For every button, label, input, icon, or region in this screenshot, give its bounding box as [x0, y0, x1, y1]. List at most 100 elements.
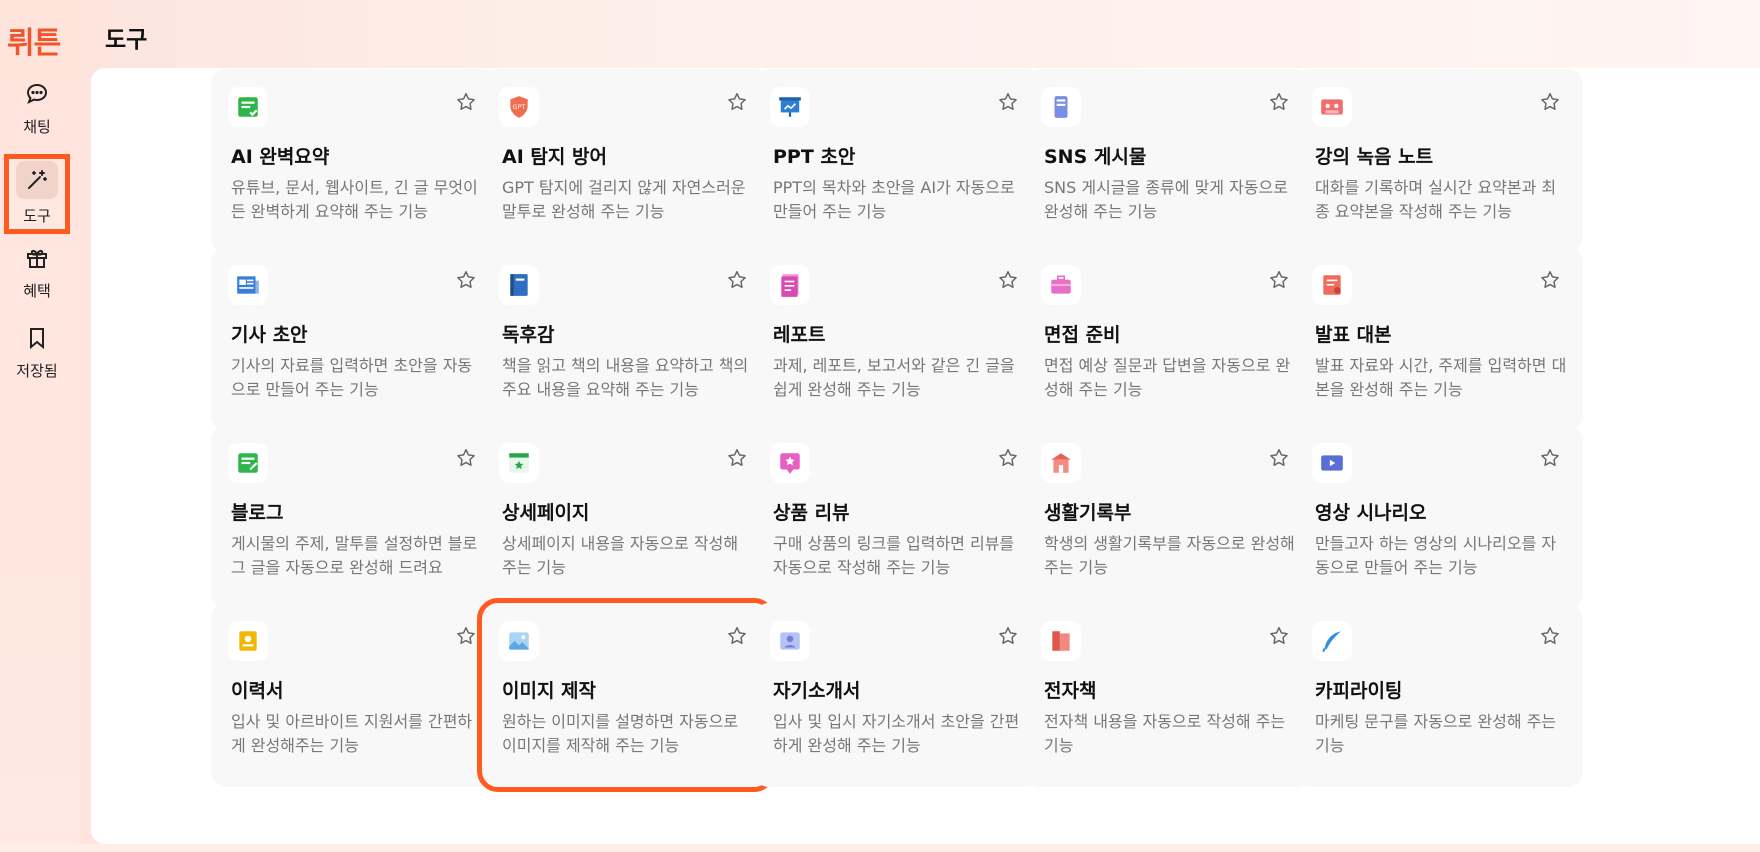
phone-icon [1041, 87, 1081, 127]
sidebar-item-saved[interactable]: 저장됨 [6, 318, 68, 388]
tool-card[interactable]: AI 완벽요약 유튜브, 문서, 웹사이트, 긴 글 무엇이든 완벽하게 요약해 … [211, 69, 499, 253]
app-logo[interactable]: 뤼튼 [7, 18, 61, 62]
tool-description: 입사 및 입시 자기소개서 초안을 간편하게 완성해 주는 기능 [773, 712, 1020, 755]
tool-title: PPT 초안 [773, 146, 856, 168]
star-icon[interactable] [997, 91, 1019, 113]
tool-title: 영상 시나리오 [1315, 502, 1427, 524]
star-icon[interactable] [1268, 91, 1290, 113]
tool-description: 학생의 생활기록부를 자동으로 완성해 주는 기능 [1044, 534, 1295, 577]
tool-card[interactable]: 발표 대본 발표 자료와 시간, 주제를 입력하면 대본을 완성해 주는 기능 [1295, 247, 1583, 431]
tool-title: 이력서 [231, 680, 284, 702]
sidebar-item-label: 혜택 [23, 282, 51, 300]
sidebar-item-label: 저장됨 [16, 362, 58, 380]
star-icon[interactable] [1539, 447, 1561, 469]
bottom-strip [0, 844, 1760, 852]
star-icon[interactable] [997, 625, 1019, 647]
tool-title: 자기소개서 [773, 680, 861, 702]
chat-bubble-icon [26, 83, 48, 104]
tool-card[interactable]: 상세페이지상세페이지 내용을 자동으로 작성해 주는 기능 [482, 425, 770, 609]
star-icon[interactable] [1539, 269, 1561, 291]
tool-title: AI 탐지 방어 [502, 146, 607, 168]
star-icon[interactable] [726, 447, 748, 469]
tool-description: 유튜브, 문서, 웹사이트, 긴 글 무엇이든 완벽하게 요약해 주는 기능 [231, 178, 478, 221]
book-icon [499, 265, 539, 305]
tool-description: 과제, 레포트, 보고서와 같은 긴 글을 쉽게 완성해 주는 기능 [773, 356, 1015, 399]
summary-icon [228, 87, 268, 127]
tool-description: 입사 및 아르바이트 지원서를 간편하게 완성해주는 기능 [231, 712, 473, 755]
tool-card[interactable]: 자기소개서입사 및 입시 자기소개서 초안을 간편하게 완성해 주는 기능 [753, 603, 1041, 787]
gpt-shield-icon: GPT [499, 87, 539, 127]
tool-card[interactable]: PPT 초안 PPT의 목차와 초안을 AI가 자동으로 만들어 주는 기능 [753, 69, 1041, 253]
profile-card-icon [770, 621, 810, 661]
sidebar-item-tools[interactable]: 도구 [4, 154, 70, 234]
tool-description: 게시물의 주제, 말투를 설정하면 블로그 글을 자동으로 완성해 드려요 [231, 534, 478, 577]
tool-card[interactable]: 이미지 제작원하는 이미지를 설명하면 자동으로 이미지를 제작해 주는 기능 [477, 598, 775, 792]
sidebar-item-label: 채팅 [23, 118, 51, 136]
tool-description: 원하는 이미지를 설명하면 자동으로 이미지를 제작해 주는 기능 [502, 712, 739, 755]
tool-grid: AI 완벽요약 유튜브, 문서, 웹사이트, 긴 글 무엇이든 완벽하게 요약해 … [91, 68, 1760, 844]
star-icon[interactable] [1268, 625, 1290, 647]
tool-card[interactable]: 상품 리뷰 구매 상품의 링크를 입력하면 리뷰를 자동으로 작성해 주는 기능 [753, 425, 1041, 609]
tool-description: GPT 탐지에 걸리지 않게 자연스러운 말투로 완성해 주는 기능 [502, 178, 746, 221]
header: 도구 [80, 0, 1760, 66]
tool-description: 만들고자 하는 영상의 시나리오를 자동으로 만들어 주는 기능 [1315, 534, 1557, 577]
blog-icon [228, 443, 268, 483]
star-icon[interactable] [1539, 91, 1561, 113]
tool-title: 이미지 제작 [502, 680, 597, 702]
tool-description: 대화를 기록하며 실시간 요약본과 최종 요약본을 작성해 주는 기능 [1315, 178, 1557, 221]
tool-card[interactable]: 독후감 책을 읽고 책의 내용을 요약하고 책의 주요 내용을 요약해 주는 기능 [482, 247, 770, 431]
tool-title: 상세페이지 [502, 502, 590, 524]
tool-card[interactable]: SNS 게시물 SNS 게시글을 종류에 맞게 자동으로 완성해 주는 기능 [1024, 69, 1312, 253]
star-icon[interactable] [726, 625, 748, 647]
image-icon [499, 621, 539, 661]
report-icon [770, 265, 810, 305]
star-icon[interactable] [455, 269, 477, 291]
tool-title: 생활기록부 [1044, 502, 1132, 524]
star-icon[interactable] [455, 91, 477, 113]
tool-card[interactable]: 생활기록부학생의 생활기록부를 자동으로 완성해 주는 기능 [1024, 425, 1312, 609]
review-icon [770, 443, 810, 483]
star-icon[interactable] [1539, 625, 1561, 647]
page-title: 도구 [105, 27, 148, 53]
tool-title: 기사 초안 [231, 324, 308, 346]
star-icon[interactable] [455, 625, 477, 647]
sidebar-item-benefits[interactable]: 혜택 [6, 238, 68, 308]
newspaper-icon [228, 265, 268, 305]
tool-description: 전자책 내용을 자동으로 작성해 주는 기능 [1044, 712, 1286, 755]
star-icon[interactable] [997, 447, 1019, 469]
tool-card[interactable]: 이력서입사 및 아르바이트 지원서를 간편하게 완성해주는 기능 [211, 603, 499, 787]
tool-title: SNS 게시물 [1044, 146, 1147, 168]
tool-description: 마케팅 문구를 자동으로 완성해 주는 기능 [1315, 712, 1557, 755]
tool-card[interactable]: 레포트 과제, 레포트, 보고서와 같은 긴 글을 쉽게 완성해 주는 기능 [753, 247, 1041, 431]
tool-card[interactable]: 강의 녹음 노트대화를 기록하며 실시간 요약본과 최종 요약본을 작성해 주는… [1295, 69, 1583, 253]
tool-card[interactable]: 면접 준비 면접 예상 질문과 답변을 자동으로 완성해 주는 기능 [1024, 247, 1312, 431]
tool-title: 독후감 [502, 324, 555, 346]
briefcase-icon [1041, 265, 1081, 305]
tool-description: 상세페이지 내용을 자동으로 작성해 주는 기능 [502, 534, 739, 577]
active-icon-background [16, 161, 58, 199]
star-icon[interactable] [997, 269, 1019, 291]
presentation-icon [770, 87, 810, 127]
tool-title: 강의 녹음 노트 [1315, 146, 1434, 168]
script-icon [1312, 265, 1352, 305]
gift-icon [27, 249, 47, 268]
tool-card[interactable]: 블로그 게시물의 주제, 말투를 설정하면 블로그 글을 자동으로 완성해 드려요 [211, 425, 499, 609]
star-icon[interactable] [455, 447, 477, 469]
sidebar-item-chat[interactable]: 채팅 [6, 74, 68, 144]
star-icon[interactable] [1268, 269, 1290, 291]
tool-card[interactable]: 전자책 전자책 내용을 자동으로 작성해 주는 기능 [1024, 603, 1312, 787]
star-icon[interactable] [726, 91, 748, 113]
tool-card[interactable]: 기사 초안 기사의 자료를 입력하면 초안을 자동으로 만들어 주는 기능 [211, 247, 499, 431]
tool-card[interactable]: 영상 시나리오만들고자 하는 영상의 시나리오를 자동으로 만들어 주는 기능 [1295, 425, 1583, 609]
bookmark-icon [30, 328, 44, 350]
cassette-icon [1312, 87, 1352, 127]
tool-description: SNS 게시글을 종류에 맞게 자동으로 완성해 주는 기능 [1044, 178, 1288, 221]
tool-card[interactable]: GPT AI 탐지 방어 GPT 탐지에 걸리지 않게 자연스러운 말투로 완성해 … [482, 69, 770, 253]
tool-card[interactable]: 카피라이팅 마케팅 문구를 자동으로 완성해 주는 기능 [1295, 603, 1583, 787]
school-icon [1041, 443, 1081, 483]
tool-title: 상품 리뷰 [773, 502, 850, 524]
star-icon[interactable] [1268, 447, 1290, 469]
star-icon[interactable] [726, 269, 748, 291]
tool-title: 발표 대본 [1315, 324, 1392, 346]
quill-icon [1312, 621, 1352, 661]
